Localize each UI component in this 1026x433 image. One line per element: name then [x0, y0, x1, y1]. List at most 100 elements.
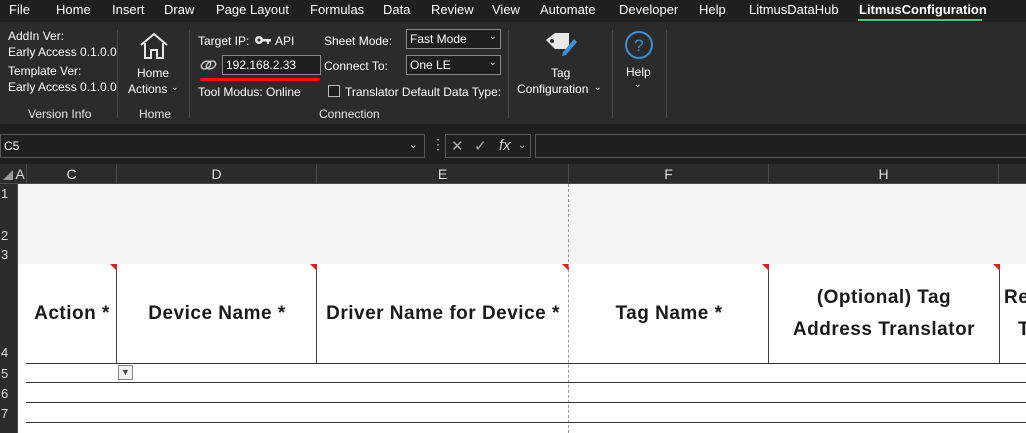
row-header: 1 2 3 4 5 6 7 — [0, 184, 18, 433]
tag-edit-icon — [546, 33, 577, 56]
sheet-mode-dropdown[interactable]: Fast Mode ⌄ — [406, 29, 501, 49]
ribbon-separator — [117, 30, 118, 118]
comment-indicator[interactable] — [993, 264, 1000, 271]
tab-developer[interactable]: Developer — [619, 2, 678, 20]
tab-view[interactable]: View — [492, 2, 520, 20]
translator-default-checkbox[interactable] — [328, 85, 340, 97]
column-header-h[interactable]: H — [769, 164, 999, 184]
row-number[interactable]: 1 — [0, 186, 18, 201]
tab-draw[interactable]: Draw — [164, 2, 194, 20]
tab-home[interactable]: Home — [56, 2, 91, 20]
header-action[interactable]: Action * — [27, 264, 117, 363]
cell-dropdown-button[interactable]: ▼ — [118, 365, 133, 380]
column-header-a[interactable]: A — [14, 164, 27, 184]
ribbon-separator — [666, 30, 667, 118]
group-label-connection: Connection — [319, 107, 380, 121]
name-box-value: C5 — [4, 139, 20, 153]
home-actions-button[interactable]: Home Actions ⌄ — [126, 28, 182, 100]
column-header-c[interactable]: C — [27, 164, 117, 184]
template-version-value: Early Access 0.1.0.0 — [8, 80, 117, 94]
tab-automate[interactable]: Automate — [540, 2, 596, 20]
menu-bar: File Home Insert Draw Page Layout Formul… — [0, 0, 1026, 22]
column-header-f[interactable]: F — [569, 164, 769, 184]
chevron-down-icon: ⌄ — [488, 57, 497, 68]
api-label: API — [275, 34, 295, 48]
tab-review[interactable]: Review — [431, 2, 474, 20]
ribbon: AddIn Ver: Early Access 0.1.0.0 Template… — [0, 22, 1026, 124]
tag-config-label-1: Tag — [551, 66, 571, 80]
cell-border — [116, 264, 117, 363]
comment-indicator[interactable] — [762, 264, 769, 271]
header-partial-column[interactable]: Re T — [1004, 264, 1026, 363]
addin-version-value: Early Access 0.1.0.0 — [8, 45, 117, 59]
connect-to-value: One LE — [410, 58, 451, 72]
row-border — [26, 363, 1026, 364]
row-number[interactable]: 3 — [0, 247, 18, 262]
ribbon-separator — [189, 30, 190, 118]
key-icon — [255, 36, 271, 44]
tag-configuration-button[interactable]: Tag Configuration ⌄ — [515, 26, 605, 98]
active-tab-underline — [858, 19, 982, 21]
name-box[interactable]: C5 ⌄ — [0, 134, 425, 158]
column-header: A C D E F H — [0, 164, 1026, 184]
connect-to-dropdown[interactable]: One LE ⌄ — [406, 55, 501, 75]
column-header-e[interactable]: E — [317, 164, 569, 184]
home-actions-label-1: Home — [137, 66, 170, 80]
comment-indicator[interactable] — [110, 264, 117, 271]
chevron-down-icon: ⌄ — [171, 82, 179, 92]
cell-border — [999, 264, 1000, 363]
tab-formulas[interactable]: Formulas — [310, 2, 364, 20]
row-border — [26, 422, 1026, 423]
header-driver-name[interactable]: Driver Name for Device * — [317, 264, 569, 363]
select-all-corner[interactable] — [3, 170, 13, 180]
row-border — [26, 402, 1026, 403]
check-icon[interactable]: ✓ — [474, 137, 487, 155]
formula-buttons: ✕ ✓ fx ⌄ — [445, 134, 531, 158]
row-number[interactable]: 4 — [0, 345, 18, 360]
header-address-translator[interactable]: (Optional) Tag Address Translator — [769, 264, 999, 363]
link-icon — [200, 60, 217, 70]
tab-data[interactable]: Data — [383, 2, 410, 20]
page-break-line — [568, 184, 569, 433]
chevron-down-icon[interactable]: ⌄ — [518, 140, 526, 151]
cell-border — [768, 264, 769, 363]
row-number[interactable]: 6 — [0, 386, 18, 401]
comment-indicator[interactable] — [310, 264, 317, 271]
connect-to-label: Connect To: — [324, 59, 388, 73]
chevron-down-icon: ⌄ — [634, 79, 642, 89]
row-number[interactable]: 5 — [0, 366, 18, 381]
home-actions-label-2: Actions — [128, 82, 168, 96]
insert-function-icon[interactable]: fx — [499, 137, 511, 154]
formula-input[interactable] — [535, 134, 1026, 158]
cell-border — [316, 264, 317, 363]
help-label: Help — [626, 65, 651, 79]
tab-file[interactable]: File — [9, 2, 30, 20]
header-device-name[interactable]: Device Name * — [117, 264, 317, 363]
more-options-icon[interactable]: ⋮ — [431, 136, 445, 153]
tool-modus-status: Tool Modus: Online — [198, 85, 301, 99]
tag-config-label-2: Configuration — [517, 82, 589, 96]
sheet-mode-value: Fast Mode — [410, 32, 467, 46]
cancel-icon[interactable]: ✕ — [451, 137, 464, 155]
row-number[interactable]: 7 — [0, 406, 18, 421]
tab-insert[interactable]: Insert — [112, 2, 145, 20]
target-ip-input[interactable]: 192.168.2.33 — [222, 55, 321, 75]
translator-default-label: Translator Default Data Type: — [345, 85, 502, 99]
column-header-d[interactable]: D — [117, 164, 317, 184]
tab-page-layout[interactable]: Page Layout — [216, 2, 289, 20]
help-button[interactable]: ? Help ⌄ — [620, 28, 660, 98]
sheet-grid[interactable]: Action * Device Name * Driver Name for D… — [18, 184, 1026, 433]
home-icon — [140, 32, 168, 59]
row-border — [26, 382, 1026, 383]
tab-help[interactable]: Help — [699, 2, 726, 20]
addin-version-label: AddIn Ver: — [8, 29, 65, 43]
tab-litmusconfiguration[interactable]: LitmusConfiguration — [859, 2, 987, 20]
ribbon-separator — [612, 30, 613, 118]
chevron-down-icon: ⌄ — [408, 139, 418, 151]
header-tag-name[interactable]: Tag Name * — [569, 264, 769, 363]
target-ip-label: Target IP: — [198, 34, 250, 48]
chevron-down-icon: ⌄ — [594, 82, 602, 92]
row-number[interactable]: 2 — [0, 228, 18, 243]
tab-litmusdatahub[interactable]: LitmusDataHub — [749, 2, 839, 20]
formula-bar: C5 ⌄ ⋮ ✕ ✓ fx ⌄ — [0, 124, 1026, 164]
